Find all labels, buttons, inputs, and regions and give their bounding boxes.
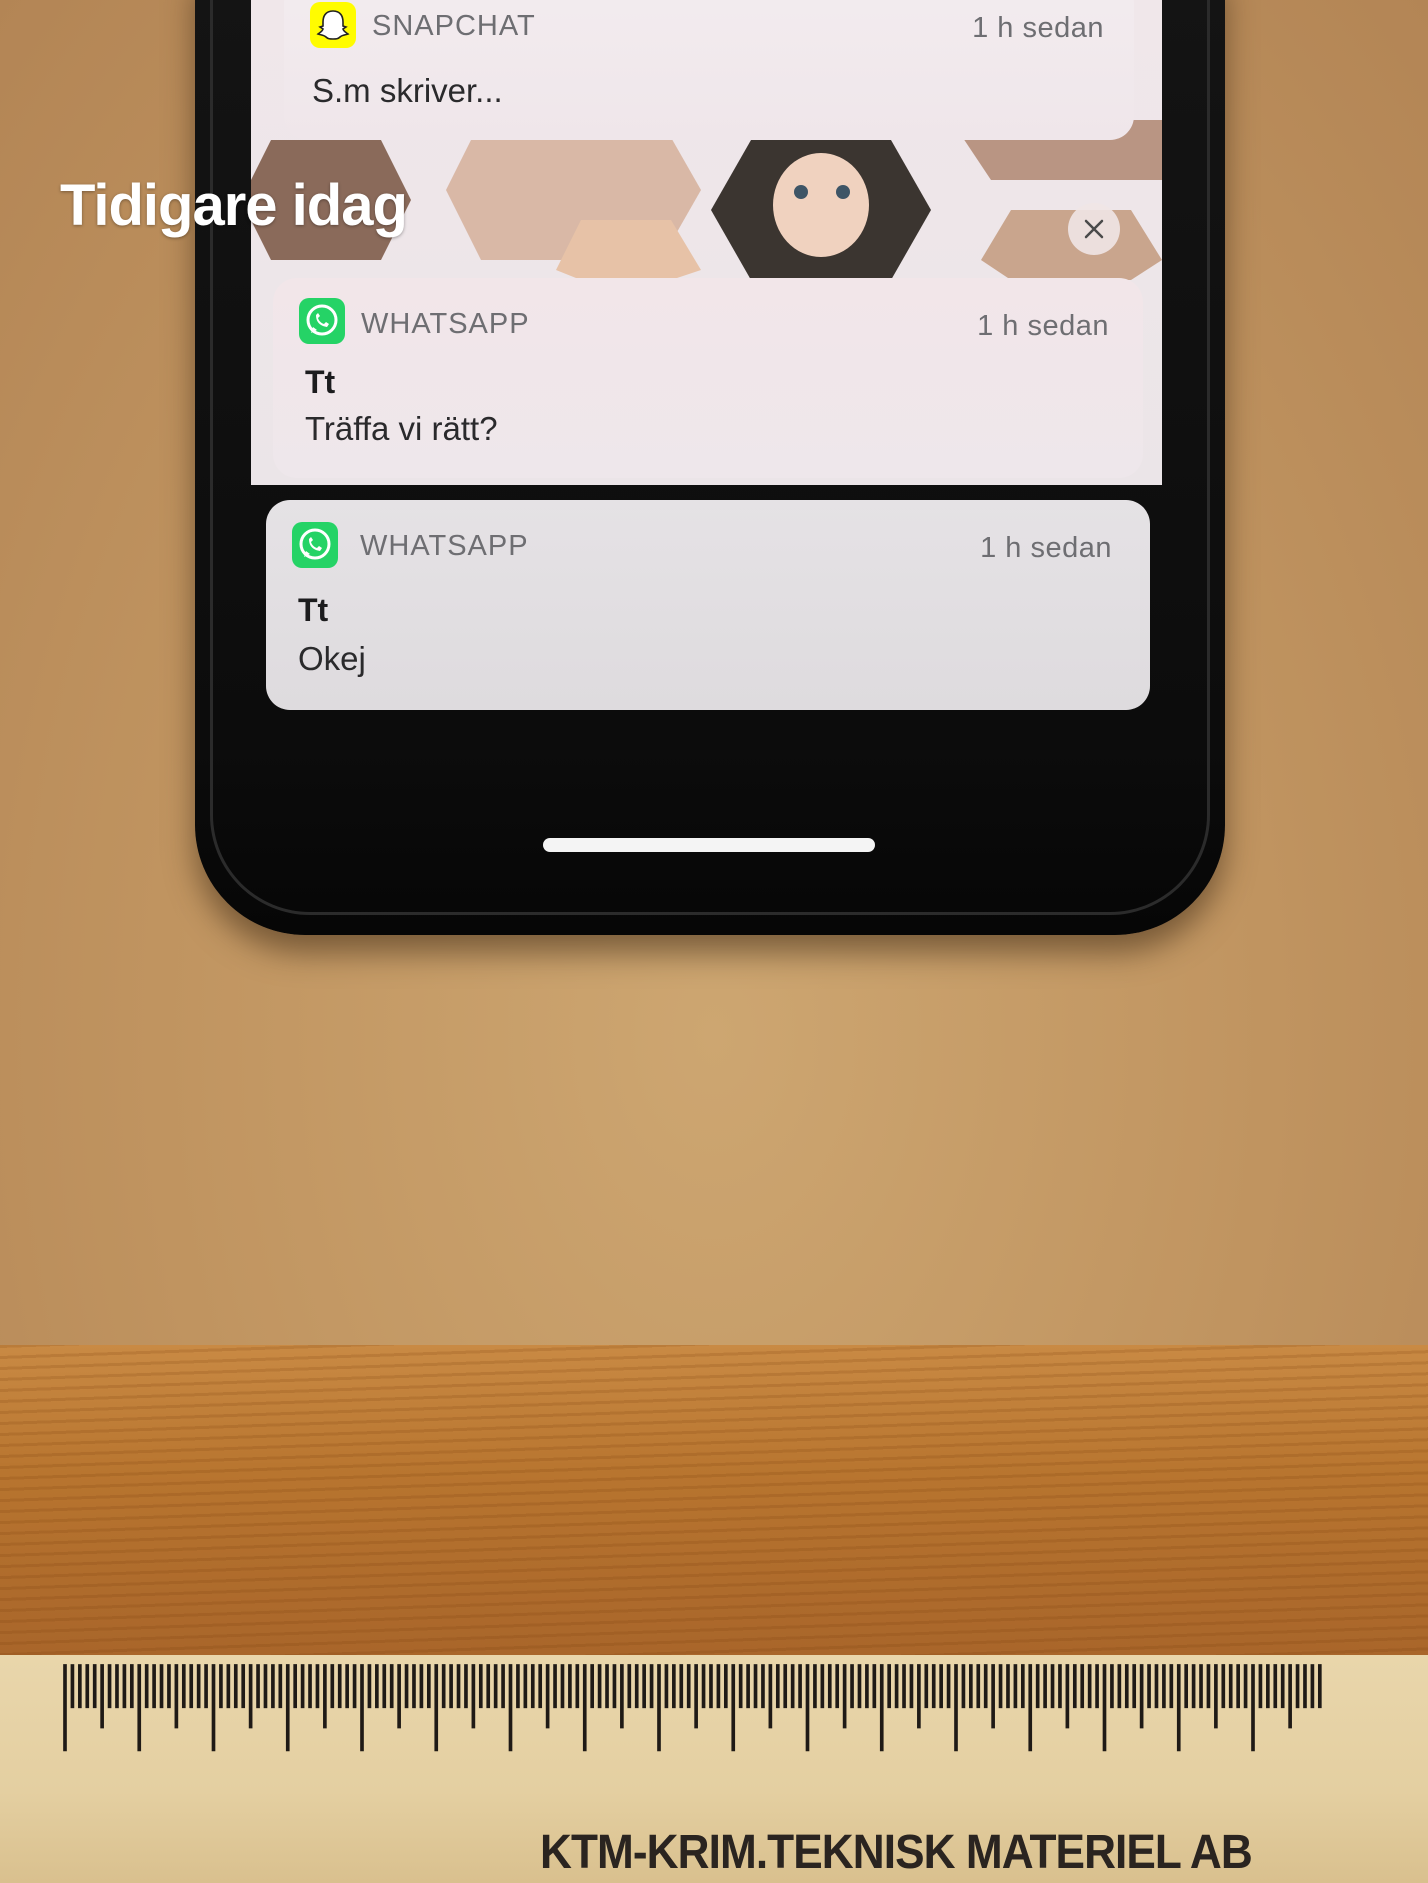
close-icon — [1084, 219, 1104, 239]
notification-sender: Tt — [298, 592, 329, 628]
notification-time: 1 h sedan — [980, 532, 1112, 564]
whatsapp-phone-icon — [292, 522, 338, 568]
ruler-brand-label: KTM-KRIM.TEKNISK MATERIEL AB — [540, 1826, 1253, 1879]
snapchat-ghost-icon — [310, 2, 356, 48]
notification-app-name: WHATSAPP — [361, 308, 530, 340]
notification-app-name: WHATSAPP — [360, 530, 529, 562]
notification-body: Okej — [298, 640, 366, 677]
notification-time: 1 h sedan — [977, 310, 1109, 342]
notification-card-snapchat[interactable]: SNAPCHAT 1 h sedan S.m skriver... — [284, 0, 1134, 140]
notification-time: 1 h sedan — [972, 12, 1104, 44]
ruler-tick-marks — [63, 1664, 1322, 1752]
notification-app-name: SNAPCHAT — [372, 10, 536, 42]
notification-card-whatsapp-1[interactable]: WHATSAPP 1 h sedan Tt Träffa vi rätt? — [273, 278, 1143, 478]
notification-card-whatsapp-2[interactable]: WHATSAPP 1 h sedan Tt Okej — [266, 500, 1150, 710]
forensic-ruler: KTM-KRIM.TEKNISK MATERIEL AB — [0, 1655, 1428, 1883]
notification-body: S.m skriver... — [312, 72, 503, 109]
photo-background: KTM-KRIM.TEKNISK MATERIEL AB Tidigare id… — [0, 0, 1428, 1883]
home-indicator[interactable] — [543, 838, 875, 852]
whatsapp-phone-icon — [299, 298, 345, 344]
clear-notifications-button[interactable] — [1068, 203, 1120, 255]
notification-body: Träffa vi rätt? — [305, 410, 498, 447]
section-title: Tidigare idag — [60, 173, 408, 238]
wooden-table-edge — [0, 1345, 1428, 1665]
notification-sender: Tt — [305, 364, 336, 400]
